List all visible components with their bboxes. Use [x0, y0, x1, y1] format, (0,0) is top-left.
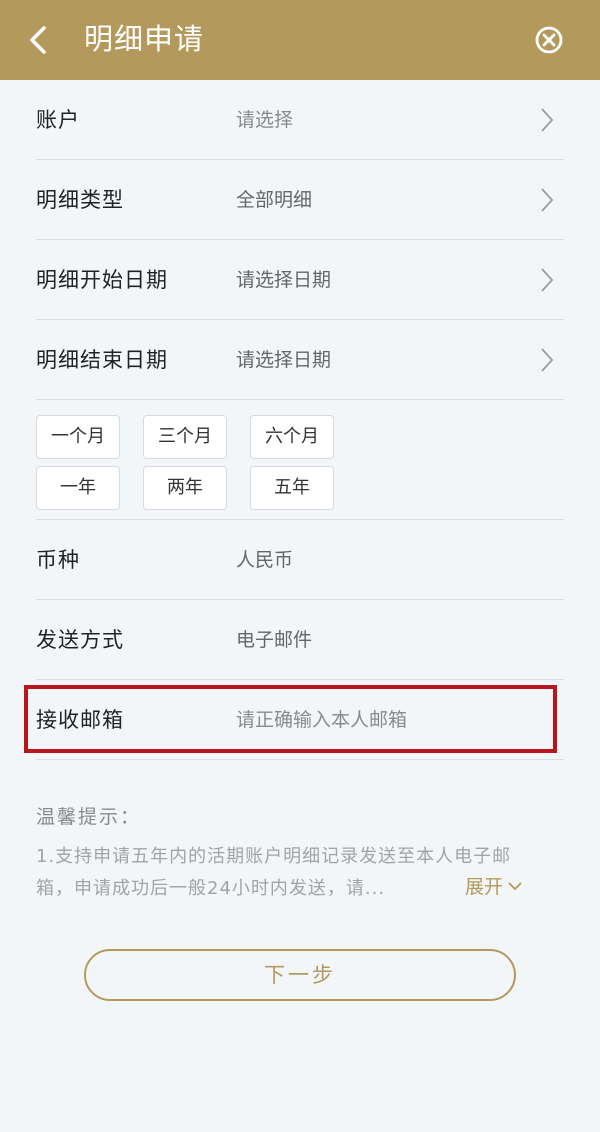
- currency-row: 币种 人民币: [36, 520, 564, 600]
- range-one-year-button[interactable]: 一年: [36, 466, 120, 510]
- start-date-value: 请选择日期: [236, 269, 332, 291]
- range-five-years-button[interactable]: 五年: [250, 466, 334, 510]
- page-title: 明细申请: [84, 22, 205, 56]
- start-date-label: 明细开始日期: [36, 268, 168, 292]
- send-method-value: 电子邮件: [236, 629, 313, 651]
- back-button[interactable]: [22, 22, 58, 58]
- expand-button[interactable]: 展开: [465, 872, 523, 899]
- top-bar: 明细申请: [0, 0, 600, 80]
- tips-line-1: 1.支持申请五年内的活期账户明细记录发送至本人电子邮: [36, 846, 512, 867]
- close-button[interactable]: [532, 23, 566, 57]
- email-input[interactable]: 请正确输入本人邮箱: [236, 680, 407, 760]
- detail-type-label: 明细类型: [36, 188, 124, 212]
- account-label: 账户: [36, 108, 80, 132]
- range-six-months-button[interactable]: 六个月: [250, 415, 334, 459]
- end-date-row[interactable]: 明细结束日期 请选择日期: [36, 320, 564, 400]
- currency-label: 币种: [36, 548, 80, 572]
- email-label: 接收邮箱: [36, 708, 124, 732]
- expand-label: 展开: [465, 876, 504, 898]
- account-row[interactable]: 账户 请选择: [36, 80, 564, 160]
- range-one-month-button[interactable]: 一个月: [36, 415, 120, 459]
- email-row[interactable]: 接收邮箱 请正确输入本人邮箱: [36, 680, 564, 760]
- chevron-right-icon: [541, 188, 554, 212]
- send-method-label: 发送方式: [36, 628, 124, 652]
- quick-range-group: 一个月 三个月 六个月 一年 两年 五年: [36, 400, 564, 520]
- end-date-label: 明细结束日期: [36, 348, 168, 372]
- next-step-button[interactable]: 下一步: [84, 949, 516, 1001]
- account-value: 请选择: [236, 109, 294, 131]
- close-circle-icon: [535, 26, 563, 54]
- chevron-down-icon: [508, 881, 522, 890]
- range-three-months-button[interactable]: 三个月: [143, 415, 227, 459]
- chevron-right-icon: [541, 108, 554, 132]
- chevron-left-icon: [30, 26, 46, 54]
- chevron-right-icon: [541, 268, 554, 292]
- detail-type-value: 全部明细: [236, 189, 313, 211]
- detail-type-row[interactable]: 明细类型 全部明细: [36, 160, 564, 240]
- send-method-row: 发送方式 电子邮件: [36, 600, 564, 680]
- start-date-row[interactable]: 明细开始日期 请选择日期: [36, 240, 564, 320]
- currency-value: 人民币: [236, 549, 294, 571]
- range-two-years-button[interactable]: 两年: [143, 466, 227, 510]
- end-date-value: 请选择日期: [236, 349, 332, 371]
- tips-title: 温馨提示：: [36, 806, 142, 828]
- tips-line-2: 箱，申请成功后一般24小时内发送，请...: [36, 878, 386, 899]
- chevron-right-icon: [541, 348, 554, 372]
